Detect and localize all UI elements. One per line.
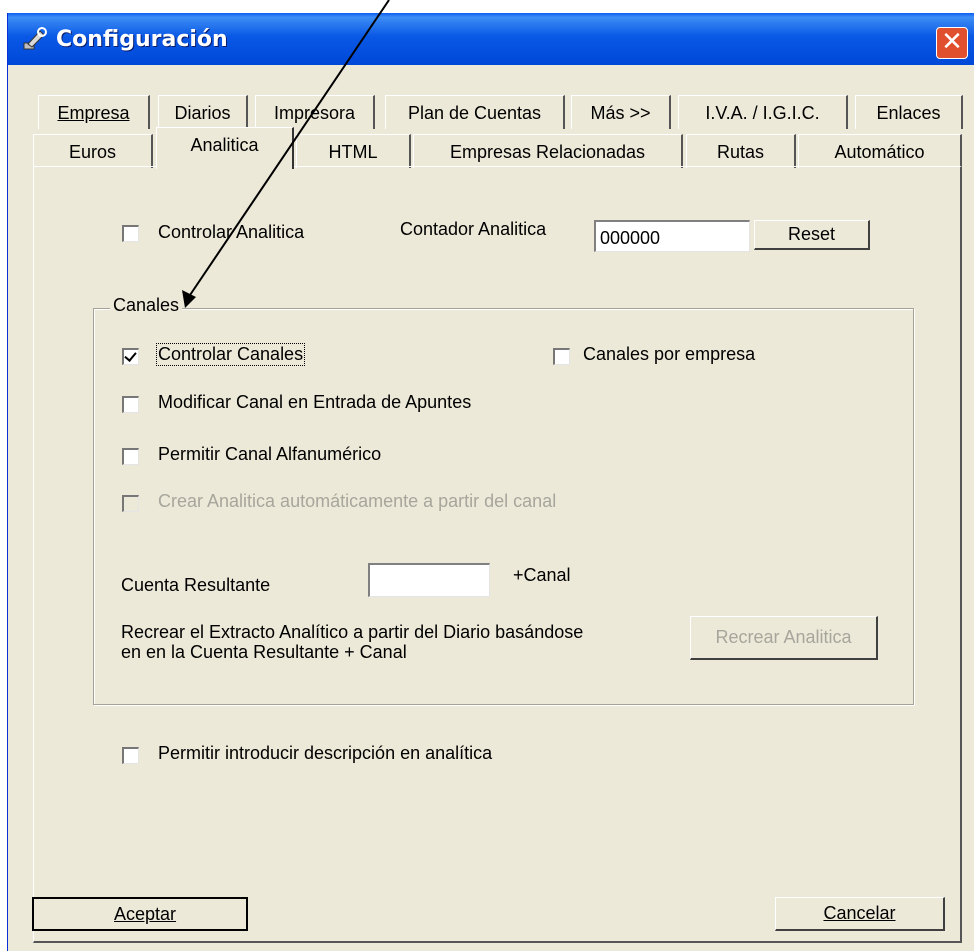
- tab-label: Empresa: [57, 103, 130, 123]
- permitir-alfanumerico-checkbox[interactable]: [122, 448, 139, 465]
- canal-suffix-label: +Canal: [513, 565, 571, 585]
- contador-analitica-label: Contador Analitica: [400, 219, 547, 239]
- tab-label: HTML: [328, 142, 378, 162]
- modificar-canal-label[interactable]: Modificar Canal en Entrada de Apuntes: [158, 392, 471, 413]
- tab-label: Impresora: [273, 103, 356, 123]
- canales-group-title: Canales: [110, 295, 183, 316]
- tab-analitica[interactable]: Analitica: [156, 127, 294, 169]
- cancelar-button[interactable]: Cancelar: [775, 897, 945, 931]
- canales-por-empresa-checkbox[interactable]: [553, 348, 570, 365]
- tab-plan-de-cuentas[interactable]: Plan de Cuentas: [385, 95, 565, 129]
- tab-euros[interactable]: Euros: [33, 134, 153, 168]
- permitir-descripcion-checkbox[interactable]: [122, 747, 139, 764]
- configuracion-window: Configuración ✕ Empresa Diarios Impresor…: [7, 13, 974, 951]
- modificar-canal-checkbox[interactable]: [122, 396, 139, 413]
- contador-analitica-input[interactable]: 000000: [594, 220, 750, 252]
- canales-por-empresa-label[interactable]: Canales por empresa: [583, 344, 755, 365]
- recrear-description-line1: Recrear el Extracto Analítico a partir d…: [121, 622, 584, 642]
- tab-label: Empresas Relacionadas: [449, 142, 646, 162]
- close-button[interactable]: ✕: [936, 27, 968, 59]
- permitir-descripcion-label[interactable]: Permitir introducir descripción en analí…: [158, 743, 492, 764]
- crear-analitica-checkbox: [122, 495, 139, 512]
- close-icon: ✕: [941, 27, 963, 57]
- cuenta-resultante-label: Cuenta Resultante: [121, 575, 271, 595]
- tab-iva-igic[interactable]: I.V.A. / I.G.I.C.: [678, 95, 848, 129]
- tab-automatico[interactable]: Automático: [798, 134, 962, 168]
- tab-mas[interactable]: Más >>: [571, 95, 671, 129]
- wrench-settings-icon: [23, 27, 47, 50]
- tab-diarios[interactable]: Diarios: [158, 95, 248, 129]
- dialog-client: Empresa Diarios Impresora Plan de Cuenta…: [8, 65, 974, 951]
- recrear-analitica-button: Recrear Analitica: [690, 616, 878, 660]
- aceptar-button[interactable]: Aceptar: [32, 897, 248, 931]
- controlar-analitica-label[interactable]: Controlar Analitica: [158, 222, 304, 243]
- cuenta-resultante-input[interactable]: [368, 563, 490, 597]
- tab-enlaces[interactable]: Enlaces: [855, 95, 963, 129]
- reset-button[interactable]: Reset: [754, 220, 870, 250]
- title-bar[interactable]: Configuración ✕: [8, 13, 974, 65]
- tab-rutas[interactable]: Rutas: [686, 134, 796, 168]
- window-title: Configuración: [56, 27, 228, 52]
- permitir-alfanumerico-label[interactable]: Permitir Canal Alfanumérico: [158, 444, 381, 465]
- tab-label: Plan de Cuentas: [407, 103, 542, 123]
- controlar-canales-checkbox[interactable]: [122, 348, 139, 365]
- recrear-description-line2: en en la Cuenta Resultante + Canal: [121, 642, 407, 662]
- tab-label: Diarios: [174, 103, 231, 123]
- tab-empresa[interactable]: Empresa: [38, 95, 150, 129]
- controlar-canales-label[interactable]: Controlar Canales: [156, 343, 306, 366]
- tab-html[interactable]: HTML: [296, 134, 411, 168]
- crear-analitica-label: Crear Analitica automáticamente a partir…: [158, 491, 557, 511]
- tab-impresora[interactable]: Impresora: [255, 95, 375, 129]
- tab-empresas-relacionadas[interactable]: Empresas Relacionadas: [413, 134, 683, 168]
- tab-label: Euros: [68, 142, 117, 162]
- tab-label: Automático: [834, 142, 925, 162]
- tab-label: Enlaces: [876, 103, 941, 123]
- tab-label: Más >>: [590, 103, 651, 123]
- aceptar-label: Aceptar: [114, 904, 177, 924]
- tab-label: I.V.A. / I.G.I.C.: [705, 103, 820, 123]
- tab-label: Rutas: [716, 142, 765, 162]
- tab-label: Analitica: [190, 135, 259, 155]
- controlar-analitica-checkbox[interactable]: [122, 225, 139, 242]
- cancelar-label: Cancelar: [823, 903, 896, 923]
